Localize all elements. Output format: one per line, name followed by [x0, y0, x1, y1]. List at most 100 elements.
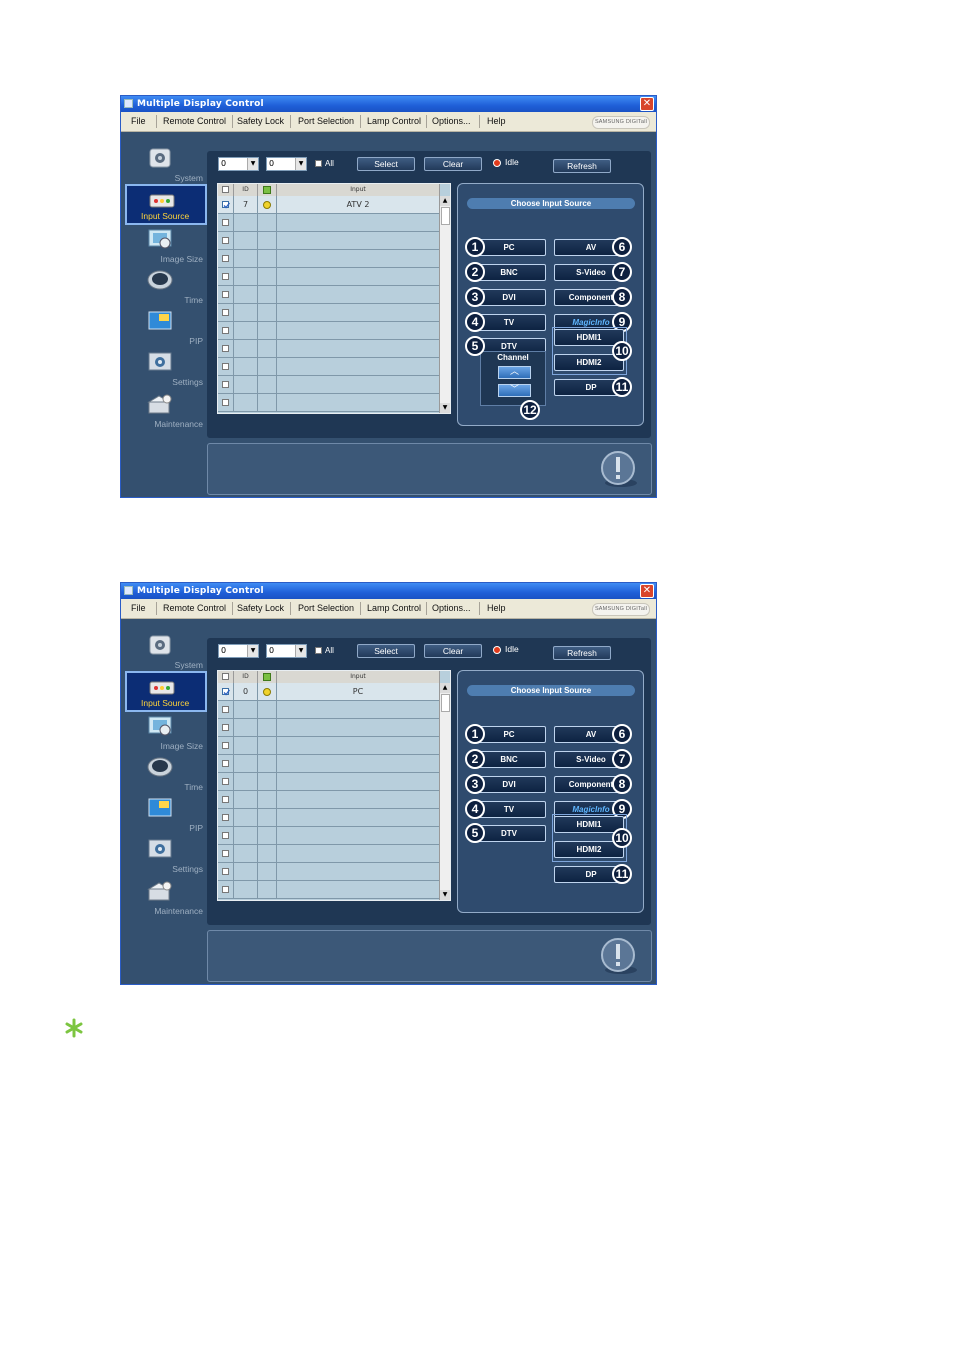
row-checkbox[interactable]	[222, 778, 229, 785]
row-checkbox[interactable]	[222, 760, 229, 767]
table-row[interactable]	[218, 376, 440, 394]
sidebar-item-image-size[interactable]: Image Size	[125, 225, 207, 266]
id-end-combo[interactable]: 0 ▼	[266, 644, 307, 658]
scroll-down-icon[interactable]: ▼	[440, 403, 450, 413]
row-checkbox[interactable]	[222, 255, 229, 262]
row-checkbox[interactable]	[222, 742, 229, 749]
sidebar-item-image-size[interactable]: Image Size	[125, 712, 207, 753]
channel-up-button[interactable]: ︿	[498, 366, 531, 379]
select-button[interactable]: Select	[357, 644, 415, 658]
row-checkbox[interactable]	[222, 309, 229, 316]
chevron-down-icon[interactable]: ▼	[247, 645, 258, 657]
menu-item[interactable]: File	[131, 116, 146, 126]
table-row[interactable]	[218, 719, 440, 737]
close-icon[interactable]: ✕	[640, 584, 654, 598]
sidebar-item-maintenance[interactable]: Maintenance	[125, 877, 207, 918]
title-bar[interactable]: Multiple Display Control ✕	[121, 583, 656, 599]
sidebar-item-maintenance[interactable]: Maintenance	[125, 390, 207, 431]
row-checkbox[interactable]	[222, 327, 229, 334]
sidebar-item-input-source[interactable]: Input Source	[125, 184, 207, 225]
chevron-down-icon[interactable]: ▼	[247, 158, 258, 170]
channel-down-button[interactable]: ﹀	[498, 384, 531, 397]
grid-header-cell[interactable]: Input	[277, 184, 440, 196]
table-row[interactable]	[218, 755, 440, 773]
menu-item[interactable]: Options...	[432, 603, 471, 613]
row-checkbox[interactable]	[222, 796, 229, 803]
sidebar-item-system[interactable]: System	[125, 144, 207, 185]
scroll-down-icon[interactable]: ▼	[440, 890, 450, 900]
row-checkbox[interactable]	[222, 291, 229, 298]
table-row[interactable]	[218, 304, 440, 322]
table-row[interactable]	[218, 268, 440, 286]
grid-header-cell[interactable]	[258, 184, 277, 196]
menu-item[interactable]: File	[131, 603, 146, 613]
sidebar-item-settings[interactable]: Settings	[125, 348, 207, 389]
grid-scrollbar[interactable]: ▲ ▼	[439, 683, 450, 900]
scroll-thumb[interactable]	[441, 694, 450, 712]
table-row[interactable]: 0 PC	[218, 683, 440, 701]
table-row[interactable]	[218, 863, 440, 881]
grid-header-cell[interactable]	[258, 671, 277, 683]
table-row[interactable]	[218, 701, 440, 719]
sidebar-item-pip[interactable]: PIP	[125, 794, 207, 835]
sidebar-item-settings[interactable]: Settings	[125, 835, 207, 876]
sidebar-item-time[interactable]: Time	[125, 753, 207, 794]
row-checkbox[interactable]	[222, 868, 229, 875]
table-row[interactable]	[218, 214, 440, 232]
table-row[interactable]	[218, 737, 440, 755]
select-all-checkbox[interactable]	[222, 673, 229, 680]
all-checkbox[interactable]: All	[315, 646, 334, 655]
scroll-up-icon[interactable]: ▲	[440, 683, 450, 693]
menu-item[interactable]: Port Selection	[298, 603, 354, 613]
row-checkbox[interactable]	[222, 706, 229, 713]
menu-item[interactable]: Safety Lock	[237, 116, 284, 126]
chevron-down-icon[interactable]: ▼	[295, 645, 306, 657]
id-start-combo[interactable]: 0 ▼	[218, 157, 259, 171]
grid-header-cell[interactable]: Input	[277, 671, 440, 683]
row-checkbox[interactable]	[222, 201, 230, 209]
sidebar-item-time[interactable]: Time	[125, 266, 207, 307]
table-row[interactable]	[218, 232, 440, 250]
sidebar-item-input-source[interactable]: Input Source	[125, 671, 207, 712]
refresh-button[interactable]: Refresh	[553, 159, 611, 173]
select-all-checkbox[interactable]	[222, 186, 229, 193]
row-checkbox[interactable]	[222, 724, 229, 731]
all-checkbox[interactable]: All	[315, 159, 334, 168]
row-checkbox[interactable]	[222, 345, 229, 352]
row-checkbox[interactable]	[222, 399, 229, 406]
scroll-up-icon[interactable]: ▲	[440, 196, 450, 206]
title-bar[interactable]: Multiple Display Control ✕	[121, 96, 656, 112]
checkbox[interactable]	[315, 647, 322, 655]
table-row[interactable]	[218, 358, 440, 376]
row-checkbox[interactable]	[222, 850, 229, 857]
table-row[interactable]	[218, 881, 440, 899]
menu-item[interactable]: Lamp Control	[367, 603, 421, 613]
table-row[interactable]	[218, 845, 440, 863]
row-checkbox[interactable]	[222, 273, 229, 280]
menu-item[interactable]: Lamp Control	[367, 116, 421, 126]
id-start-combo[interactable]: 0 ▼	[218, 644, 259, 658]
menu-item[interactable]: Remote Control	[163, 603, 226, 613]
row-checkbox[interactable]	[222, 363, 229, 370]
clear-button[interactable]: Clear	[424, 644, 482, 658]
menu-item[interactable]: Port Selection	[298, 116, 354, 126]
table-row[interactable]	[218, 827, 440, 845]
id-end-combo[interactable]: 0 ▼	[266, 157, 307, 171]
grid-header-cell[interactable]: ID	[234, 671, 258, 683]
table-row[interactable]	[218, 340, 440, 358]
table-row[interactable]: 7 ATV 2	[218, 196, 440, 214]
menu-item[interactable]: Help	[487, 116, 506, 126]
grid-scrollbar[interactable]: ▲ ▼	[439, 196, 450, 413]
scroll-thumb[interactable]	[441, 207, 450, 225]
table-row[interactable]	[218, 394, 440, 412]
chevron-down-icon[interactable]: ▼	[295, 158, 306, 170]
select-button[interactable]: Select	[357, 157, 415, 171]
row-checkbox[interactable]	[222, 886, 229, 893]
table-row[interactable]	[218, 809, 440, 827]
menu-item[interactable]: Remote Control	[163, 116, 226, 126]
grid-header-cell[interactable]	[218, 184, 234, 196]
grid-header-cell[interactable]: ID	[234, 184, 258, 196]
table-row[interactable]	[218, 791, 440, 809]
sidebar-item-system[interactable]: System	[125, 631, 207, 672]
menu-item[interactable]: Options...	[432, 116, 471, 126]
